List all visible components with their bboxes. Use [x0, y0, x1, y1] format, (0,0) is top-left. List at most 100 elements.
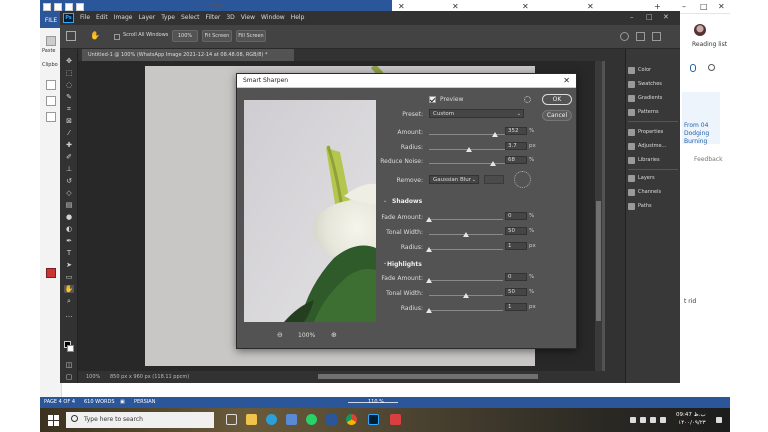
menu-window[interactable]: Window [261, 11, 285, 25]
panel-gradients[interactable]: Gradients [628, 93, 662, 103]
panel-paths[interactable]: Paths [628, 201, 652, 211]
shadows-section-title[interactable]: Shadows [392, 198, 422, 205]
dialog-title-bar[interactable]: Smart Sharpen ✕ [237, 74, 576, 88]
close-icon[interactable]: ✕ [587, 2, 594, 11]
remove-select[interactable]: Gaussian Blur ⌄ [429, 175, 479, 184]
close-icon[interactable]: ✕ [398, 2, 405, 11]
volume-icon[interactable] [650, 417, 656, 423]
shadows-tonal-width-field[interactable]: 50 [505, 227, 527, 235]
frame-tool-icon[interactable]: ⊠ [64, 117, 74, 125]
highlights-radius-thumb[interactable] [426, 308, 432, 313]
lasso-tool-icon[interactable]: ◌ [64, 81, 74, 89]
zoom-in-icon[interactable]: ⊕ [331, 331, 337, 339]
whatsapp-icon[interactable] [306, 414, 317, 425]
reduce-noise-slider-thumb[interactable] [489, 161, 496, 166]
paste-icon[interactable] [46, 36, 56, 46]
close-icon[interactable]: ✕ [563, 76, 570, 85]
minimize-icon[interactable]: – [682, 2, 686, 11]
menu-select[interactable]: Select [181, 11, 200, 25]
proofing-icon[interactable]: ▣ [120, 399, 125, 405]
hand-tool-icon[interactable]: ✋ [90, 31, 100, 40]
shadows-fade-amount-track[interactable] [429, 219, 503, 220]
photoshop-logo-icon[interactable]: Ps [63, 13, 74, 23]
menu-file[interactable]: File [80, 11, 90, 25]
fit-screen-button[interactable]: Fit Screen [202, 30, 232, 42]
cancel-button[interactable]: Cancel [542, 110, 572, 121]
menu-edit[interactable]: Edit [96, 11, 108, 25]
zoom-out-icon[interactable]: ⊖ [277, 331, 283, 339]
shape-tool-icon[interactable]: ▭ [64, 273, 74, 281]
word-file-tab[interactable]: FILE [40, 14, 62, 28]
shadows-fade-amount-field[interactable]: 0 [505, 212, 527, 220]
menu-type[interactable]: Type [161, 11, 175, 25]
panel-color[interactable]: Color [628, 65, 651, 75]
save-icon[interactable] [54, 3, 62, 11]
undo-icon[interactable] [65, 3, 73, 11]
hand-tool-icon[interactable]: ✋ [64, 285, 74, 293]
keyboard-language-icon[interactable] [660, 417, 666, 423]
microphone-icon[interactable] [690, 64, 696, 72]
search-icon[interactable] [708, 64, 715, 71]
taskbar-search[interactable]: Type here to search [66, 412, 214, 428]
maximize-icon[interactable]: □ [646, 13, 653, 21]
healing-tool-icon[interactable]: ✚ [64, 141, 74, 149]
panel-libraries[interactable]: Libraries [628, 155, 660, 165]
shadows-radius-field[interactable]: 1 [505, 242, 527, 250]
task-view-icon[interactable] [226, 414, 237, 425]
screen-mode-icon[interactable]: ▢ [64, 373, 74, 381]
panel-adjustments[interactable]: Adjustme... [628, 141, 666, 151]
share-icon[interactable] [652, 32, 661, 41]
crop-tool-icon[interactable]: ⌗ [64, 105, 74, 113]
close-icon[interactable]: ✕ [522, 2, 529, 11]
scrollbar-thumb[interactable] [596, 201, 601, 321]
feedback-link[interactable]: Feedback [694, 156, 723, 163]
panel-layers[interactable]: Layers [628, 173, 655, 183]
maximize-icon[interactable]: □ [700, 2, 708, 11]
menu-filter[interactable]: Filter [206, 11, 221, 25]
notifications-icon[interactable] [716, 417, 722, 423]
document-tab[interactable]: Untitled-1 @ 100% (WhatsApp Image 2021-1… [82, 49, 294, 61]
shadows-radius-track[interactable] [429, 249, 503, 250]
redo-icon[interactable] [76, 3, 84, 11]
highlights-fade-amount-track[interactable] [429, 280, 503, 281]
zoom-level[interactable]: 110 % [368, 399, 384, 405]
preview-label[interactable]: Preview [440, 96, 463, 103]
suggestion-card-text[interactable]: From 04 Dodging Burning [684, 122, 709, 146]
pdf-app-icon[interactable] [390, 414, 401, 425]
shadows-radius-thumb[interactable] [426, 247, 432, 252]
minimize-icon[interactable]: – [630, 13, 634, 21]
word-app-icon[interactable] [326, 414, 337, 425]
zoom-100-button[interactable]: 100% [172, 30, 198, 42]
page-indicator[interactable]: PAGE 4 OF 4 [44, 399, 75, 405]
chrome-icon[interactable] [346, 414, 357, 425]
status-zoom[interactable]: 100% [86, 374, 100, 380]
edge-icon[interactable] [266, 414, 277, 425]
pen-tool-icon[interactable]: ✒ [64, 237, 74, 245]
fill-screen-button[interactable]: Fill Screen [236, 30, 266, 42]
menu-layer[interactable]: Layer [138, 11, 155, 25]
menu-image[interactable]: Image [114, 11, 133, 25]
menu-view[interactable]: View [241, 11, 255, 25]
tray-chevron-icon[interactable] [630, 417, 636, 423]
amount-value-field[interactable]: 352 [505, 127, 527, 135]
history-brush-icon[interactable]: ↺ [64, 177, 74, 185]
stamp-tool-icon[interactable]: ⊥ [64, 165, 74, 173]
scroll-all-windows-checkbox[interactable] [114, 34, 120, 40]
close-window-icon[interactable]: ✕ [718, 2, 725, 11]
more-tools-icon[interactable]: … [64, 311, 74, 319]
highlights-tonal-width-field[interactable]: 50 [505, 288, 527, 296]
menu-help[interactable]: Help [291, 11, 305, 25]
close-icon[interactable]: ✕ [452, 2, 459, 11]
radius-slider-thumb[interactable] [466, 147, 473, 152]
preview-checkbox[interactable] [429, 96, 436, 103]
panel-patterns[interactable]: Patterns [628, 107, 659, 117]
panel-properties[interactable]: Properties [628, 127, 663, 137]
eraser-tool-icon[interactable]: ◇ [64, 189, 74, 197]
dodge-tool-icon[interactable]: ◐ [64, 225, 74, 233]
shadows-tonal-width-thumb[interactable] [463, 232, 469, 237]
gear-icon[interactable] [524, 96, 531, 103]
horizontal-scrollbar-thumb[interactable] [318, 374, 538, 379]
highlights-tonal-width-thumb[interactable] [463, 293, 469, 298]
preset-select[interactable]: Custom ⌄ [429, 109, 524, 118]
windows-start-icon[interactable] [48, 415, 59, 426]
